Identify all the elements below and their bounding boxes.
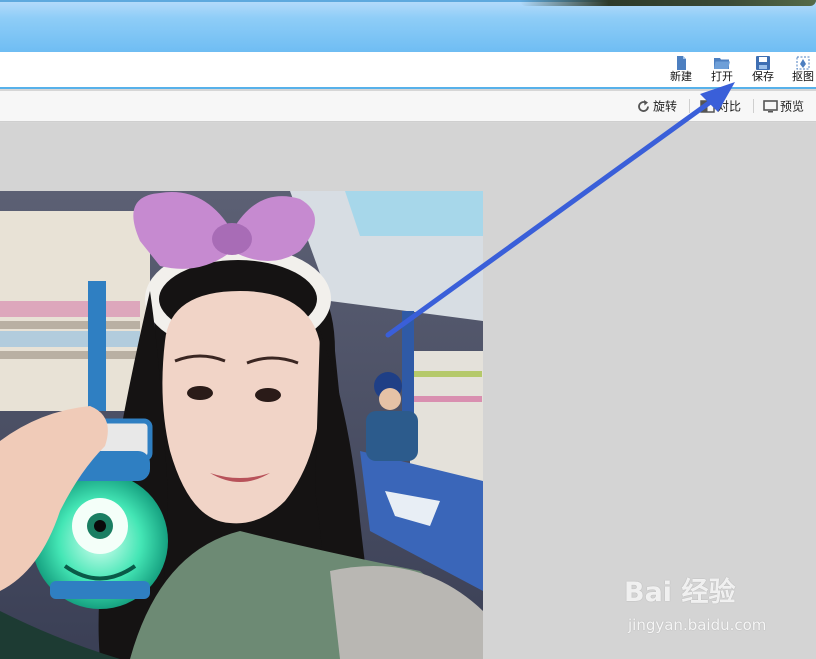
open-button-label: 打开 — [711, 70, 733, 83]
preview-label: 预览 — [780, 99, 805, 114]
save-button-label: 保存 — [752, 70, 774, 83]
open-button[interactable]: 打开 — [705, 56, 739, 86]
new-button-label: 新建 — [670, 70, 692, 83]
edit-subtoolbar: 旋转 对比 预览 — [0, 91, 816, 122]
rotate-icon — [638, 100, 649, 112]
save-button[interactable]: 保存 — [746, 56, 780, 86]
watermark-logo: Bai 经验 — [624, 570, 735, 610]
edited-photo[interactable] — [0, 191, 483, 659]
new-file-icon — [677, 56, 686, 70]
subbar-divider — [689, 99, 690, 113]
window-title-bar — [0, 0, 816, 52]
preview-icon — [763, 100, 778, 113]
cutout-button-label: 抠图 — [792, 70, 814, 83]
save-disk-icon — [756, 56, 770, 70]
cutout-pen-icon — [796, 56, 810, 70]
new-button[interactable]: 新建 — [664, 56, 698, 86]
photo-illustration — [0, 191, 483, 659]
preview-button[interactable]: 预览 — [763, 97, 804, 115]
open-folder-icon — [714, 58, 730, 69]
compare-icon — [700, 100, 715, 113]
rotate-button[interactable]: 旋转 — [636, 97, 677, 115]
title-bar-decoration — [520, 0, 816, 6]
watermark-logo-text: Bai 经验 — [624, 577, 736, 608]
compare-button[interactable]: 对比 — [700, 97, 741, 115]
main-toolbar: 新建 打开 保存 抠图 — [0, 52, 816, 89]
watermark-url: jingyan.baidu.com — [628, 616, 767, 634]
baidu-jingyan-watermark: Bai 经验 jingyan.baidu.com — [624, 570, 814, 645]
cutout-button[interactable]: 抠图 — [786, 56, 816, 86]
subbar-divider — [753, 99, 754, 113]
rotate-label: 旋转 — [653, 99, 678, 114]
compare-label: 对比 — [717, 99, 742, 114]
